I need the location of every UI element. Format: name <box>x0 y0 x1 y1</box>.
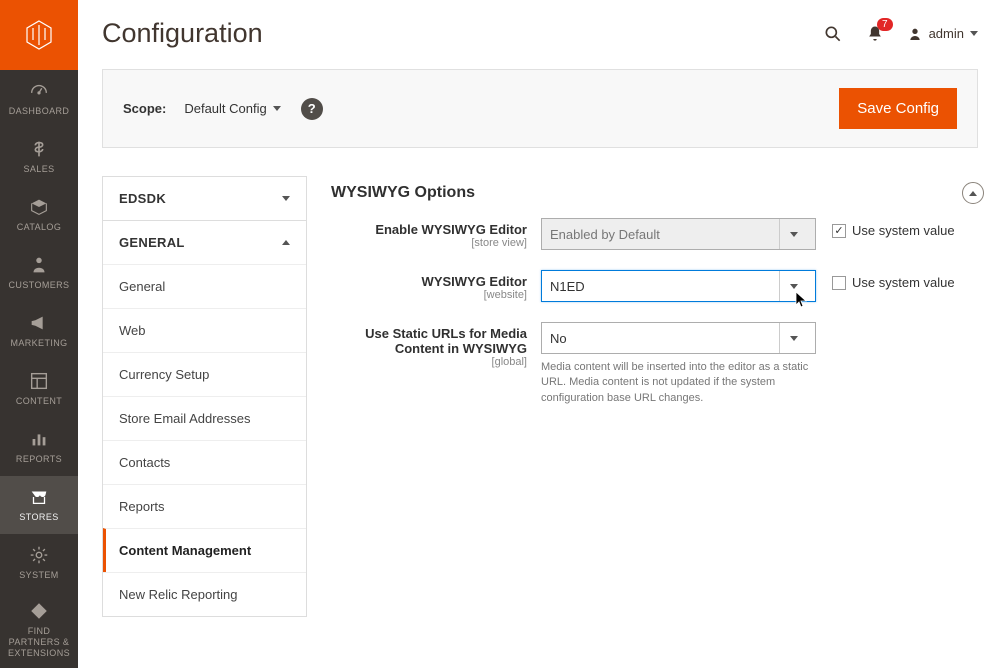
field-scope: [store view] <box>331 237 527 249</box>
sidebar-item-general[interactable]: General <box>103 264 306 308</box>
use-system-checkbox-enable[interactable] <box>832 224 846 238</box>
nav-sales[interactable]: SALES <box>0 128 78 186</box>
nav-label: FIND PARTNERS & EXTENSIONS <box>8 626 70 658</box>
chevron-down-icon <box>779 323 807 353</box>
cursor-icon <box>795 291 809 309</box>
nav-system[interactable]: SYSTEM <box>0 534 78 592</box>
chevron-down-icon <box>970 31 978 36</box>
sidebar-section-general[interactable]: GENERAL <box>103 221 306 264</box>
save-config-button[interactable]: Save Config <box>839 88 957 129</box>
page-header: Configuration 7 admin <box>78 0 1002 59</box>
admin-user-label: admin <box>929 26 964 41</box>
nav-label: SYSTEM <box>19 570 58 580</box>
field-scope: [website] <box>331 289 527 301</box>
nav-label: CONTENT <box>16 396 62 406</box>
scope-label: Scope: <box>123 101 166 116</box>
nav-content[interactable]: CONTENT <box>0 360 78 418</box>
help-icon[interactable]: ? <box>301 98 323 120</box>
section-title: WYSIWYG Options <box>331 184 962 202</box>
nav-customers[interactable]: CUSTOMERS <box>0 244 78 302</box>
notifications-icon[interactable]: 7 <box>865 24 885 44</box>
use-system-checkbox-editor[interactable] <box>832 276 846 290</box>
settings-panel: WYSIWYG Options Enable WYSIWYG Editor [s… <box>331 176 1002 426</box>
field-label: Use Static URLs for Media Content in WYS… <box>331 326 527 356</box>
nav-reports[interactable]: REPORTS <box>0 418 78 476</box>
row-wysiwyg-editor: WYSIWYG Editor [website] N1ED Use system… <box>331 270 984 302</box>
use-system-label: Use system value <box>852 223 955 238</box>
admin-left-nav: DASHBOARD SALES CATALOG CUSTOMERS MARKET… <box>0 0 78 668</box>
chevron-down-icon <box>779 219 807 249</box>
row-enable-wysiwyg: Enable WYSIWYG Editor [store view] Enabl… <box>331 218 984 250</box>
sidebar-item-reports[interactable]: Reports <box>103 484 306 528</box>
static-urls-select[interactable]: No <box>541 322 816 354</box>
field-hint: Media content will be inserted into the … <box>541 360 816 406</box>
nav-label: CUSTOMERS <box>9 280 70 290</box>
use-system-label: Use system value <box>852 275 955 290</box>
nav-label: REPORTS <box>16 454 62 464</box>
chevron-down-icon <box>273 106 281 111</box>
scope-selector[interactable]: Default Config <box>184 101 280 116</box>
nav-stores[interactable]: STORES <box>0 476 78 534</box>
scope-value: Default Config <box>184 101 266 116</box>
nav-label: CATALOG <box>17 222 61 232</box>
magento-logo[interactable] <box>0 0 78 70</box>
select-value: Enabled by Default <box>550 227 660 242</box>
sidebar-item-currency[interactable]: Currency Setup <box>103 352 306 396</box>
nav-label: STORES <box>19 512 58 522</box>
enable-wysiwyg-select: Enabled by Default <box>541 218 816 250</box>
config-sidebar: EDSDK GENERAL General Web Currency Setup… <box>102 176 307 617</box>
sidebar-section-edsdk[interactable]: EDSDK <box>103 177 306 220</box>
sidebar-section-label: GENERAL <box>119 235 185 250</box>
field-label: WYSIWYG Editor <box>331 274 527 289</box>
row-static-urls: Use Static URLs for Media Content in WYS… <box>331 322 984 406</box>
sidebar-item-store-email[interactable]: Store Email Addresses <box>103 396 306 440</box>
nav-dashboard[interactable]: DASHBOARD <box>0 70 78 128</box>
sidebar-item-web[interactable]: Web <box>103 308 306 352</box>
admin-account-menu[interactable]: admin <box>907 26 978 42</box>
sidebar-item-contacts[interactable]: Contacts <box>103 440 306 484</box>
scope-bar: Scope: Default Config ? Save Config <box>102 69 978 148</box>
notification-badge: 7 <box>877 18 893 31</box>
sidebar-item-content-management[interactable]: Content Management <box>103 528 306 572</box>
nav-label: SALES <box>23 164 54 174</box>
field-label: Enable WYSIWYG Editor <box>331 222 527 237</box>
nav-partners[interactable]: FIND PARTNERS & EXTENSIONS <box>0 592 78 666</box>
chevron-up-icon <box>282 240 290 245</box>
chevron-up-icon <box>969 191 977 196</box>
sidebar-item-newrelic[interactable]: New Relic Reporting <box>103 572 306 616</box>
chevron-down-icon <box>282 196 290 201</box>
field-scope: [global] <box>331 356 527 368</box>
nav-marketing[interactable]: MARKETING <box>0 302 78 360</box>
nav-catalog[interactable]: CATALOG <box>0 186 78 244</box>
nav-label: MARKETING <box>10 338 67 348</box>
section-collapse-toggle[interactable] <box>962 182 984 204</box>
page-title: Configuration <box>102 18 823 49</box>
wysiwyg-editor-select[interactable]: N1ED <box>541 270 816 302</box>
sidebar-section-label: EDSDK <box>119 191 166 206</box>
select-value: No <box>550 331 567 346</box>
search-icon[interactable] <box>823 24 843 44</box>
select-value: N1ED <box>550 279 585 294</box>
nav-label: DASHBOARD <box>9 106 70 116</box>
